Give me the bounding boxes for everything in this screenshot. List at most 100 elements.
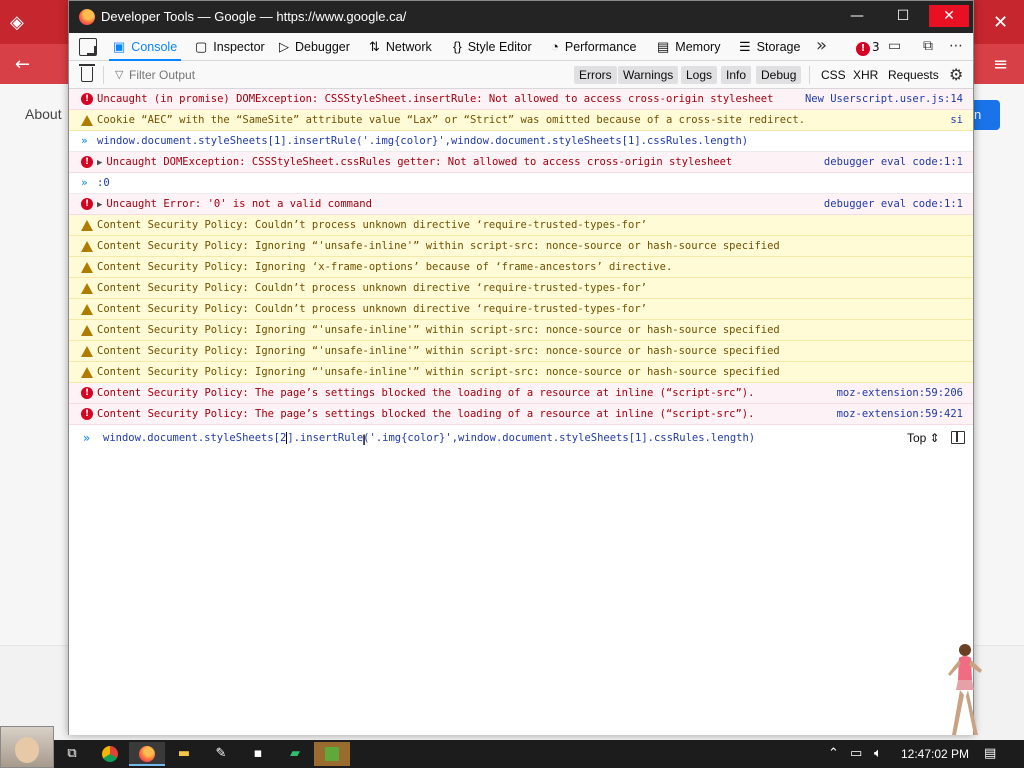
console-message-warn[interactable]: Content Security Policy: Ignoring “'unsa… (69, 236, 973, 257)
message-text: Content Security Policy: The page’s sett… (97, 387, 755, 399)
message-text: Content Security Policy: Couldn’t proces… (97, 303, 647, 315)
style-editor-icon: {} (453, 39, 462, 54)
console-message-warn[interactable]: Content Security Policy: Ignoring “'unsa… (69, 362, 973, 383)
message-text: Content Security Policy: Ignoring “'unsa… (97, 240, 780, 252)
background-sign-in-button[interactable]: n (972, 100, 1000, 130)
show-hidden-icons-icon[interactable]: ⌃ (828, 740, 839, 768)
message-source-link[interactable]: moz-extension:59:421 (837, 404, 963, 424)
message-source-link[interactable]: debugger eval code:1:1 (824, 152, 963, 172)
tab-performance[interactable]: ◔ Performance (551, 33, 636, 60)
filter-debug-button[interactable]: Debug (756, 66, 802, 84)
message-text: Cookie “AEC” with the “SameSite” attribu… (97, 114, 806, 126)
message-text: window.document.styleSheets[1].insertRul… (97, 135, 749, 147)
tab-inspector[interactable]: ▢ Inspector (195, 33, 265, 60)
dock-side-icon[interactable]: ⧉ (923, 38, 933, 54)
error-icon: ! (81, 93, 93, 105)
tab-memory[interactable]: ▤ Memory (657, 33, 720, 60)
volume-icon[interactable]: 🔈︎ (874, 740, 882, 768)
notifications-icon[interactable]: ▤ (984, 740, 996, 768)
clear-console-icon[interactable] (79, 64, 95, 82)
network-tray-icon[interactable]: ▭ (850, 740, 862, 768)
element-picker-icon[interactable] (79, 38, 97, 56)
performance-icon: ◔ (551, 39, 559, 54)
editor-mode-icon[interactable] (951, 431, 965, 444)
overflow-tabs-icon[interactable]: » (816, 35, 827, 56)
console-input[interactable]: window.document.styleSheets[2].insertRul… (103, 427, 755, 449)
error-icon: ! (81, 408, 93, 420)
error-count-badge[interactable]: ! 3 (856, 40, 880, 56)
minimize-button[interactable]: — (840, 5, 874, 27)
close-button[interactable]: ✕ (929, 5, 969, 27)
console-message-warn[interactable]: Content Security Policy: Couldn’t proces… (69, 215, 973, 236)
input-chevron-icon: » (81, 134, 88, 147)
tab-style-editor[interactable]: {} Style Editor (453, 33, 532, 60)
message-source-link[interactable]: New Userscript.user.js:14 (805, 89, 963, 109)
filter-errors-button[interactable]: Errors (574, 66, 617, 84)
filter-info-button[interactable]: Info (721, 66, 752, 84)
console-settings-icon[interactable]: ⚙ (949, 67, 963, 83)
devtools-window: Developer Tools — Google — https://www.g… (68, 0, 974, 735)
expand-twisty-icon[interactable]: ▶ (97, 200, 102, 210)
expand-twisty-icon[interactable]: ▶ (97, 158, 102, 168)
filter-output-input[interactable] (109, 65, 559, 85)
error-icon: ! (81, 387, 93, 399)
message-text: ▶ Uncaught DOMException: CSSStyleSheet.cs… (97, 156, 733, 168)
console-message-error[interactable]: ! Content Security Policy: The page’s set… (69, 404, 973, 425)
inspector-icon: ▢ (195, 39, 208, 54)
console-message-result[interactable]: »:0 (69, 173, 973, 194)
sheets-icon[interactable]: ▰ (277, 742, 313, 766)
firefox-icon (79, 9, 95, 25)
storage-icon: ☰ (739, 39, 751, 54)
background-back-icon: ← (15, 54, 31, 75)
console-message-error[interactable]: ! ▶ Uncaught DOMException: CSSStyleSheet.c… (69, 152, 973, 173)
tab-debugger[interactable]: ▷ Debugger (279, 33, 350, 60)
warning-icon (81, 115, 93, 126)
clock[interactable]: 12:47:02 PM (901, 740, 969, 768)
console-filter-bar: ▽ Errors Warnings Logs Info Debug CSS XH… (69, 61, 973, 89)
filter-xhr-button[interactable]: XHR (848, 66, 883, 84)
filter-logs-button[interactable]: Logs (681, 66, 718, 84)
paint-icon[interactable]: ✎ (203, 742, 239, 766)
console-message-warn[interactable]: Content Security Policy: Ignoring “'unsa… (69, 320, 973, 341)
divider (809, 66, 810, 84)
background-menu-icon: ≡ (993, 54, 1009, 75)
console-message-error[interactable]: ! Content Security Policy: The page’s set… (69, 383, 973, 404)
context-selector[interactable]: Top ⇕ (907, 427, 940, 449)
file-explorer-icon[interactable]: ▬ (166, 742, 202, 766)
message-source-link[interactable]: moz-extension:59:206 (837, 383, 963, 403)
background-close-icon: ✕ (993, 12, 1009, 33)
tab-storage[interactable]: ☰ Storage (739, 33, 800, 60)
chrome-icon[interactable] (92, 742, 128, 766)
message-source-link[interactable]: debugger eval code:1:1 (824, 194, 963, 214)
devtools-tab-bar: ▣ Console ▢ Inspector ▷ Debugger ⇅ Network {… (69, 33, 973, 61)
window-title: Developer Tools — Google — https://www.g… (101, 9, 407, 24)
console-message-warn[interactable]: Cookie “AEC” with the “SameSite” attribu… (69, 110, 973, 131)
terminal-icon[interactable]: ▪ (240, 742, 276, 766)
tab-console[interactable]: ▣ Console (108, 33, 182, 61)
background-about-link[interactable]: About (25, 106, 62, 122)
console-message-warn[interactable]: Content Security Policy: Couldn’t proces… (69, 299, 973, 320)
console-input-line[interactable]: » window.document.styleSheets[2].insertR… (69, 427, 973, 449)
console-message-warn[interactable]: Content Security Policy: Ignoring “'unsa… (69, 341, 973, 362)
result-icon: » (81, 176, 88, 189)
tab-network[interactable]: ⇅ Network (369, 33, 432, 60)
maximize-button[interactable]: ☐ (886, 5, 920, 27)
filter-css-button[interactable]: CSS (816, 66, 851, 84)
more-options-icon[interactable]: ⋯ (949, 38, 963, 54)
filter-requests-button[interactable]: Requests (883, 66, 944, 84)
firefox-taskbar-icon[interactable] (129, 742, 165, 766)
warning-icon (81, 283, 93, 294)
minecraft-icon[interactable] (314, 742, 350, 766)
console-message-warn[interactable]: Content Security Policy: Couldn’t proces… (69, 278, 973, 299)
console-message-error[interactable]: ! Uncaught (in promise) DOMException: CSS… (69, 89, 973, 110)
console-output: ! Uncaught (in promise) DOMException: CSS… (69, 89, 973, 735)
console-message-error[interactable]: ! ▶ Uncaught Error: '0' is not a valid com… (69, 194, 973, 215)
console-message-input[interactable]: » window.document.styleSheets[1].insertRu… (69, 131, 973, 152)
filter-warnings-button[interactable]: Warnings (618, 66, 679, 84)
message-source-link[interactable]: si (950, 110, 963, 130)
split-console-icon[interactable]: ▭ (888, 38, 901, 54)
message-text: Content Security Policy: The page’s sett… (97, 408, 755, 420)
task-view-icon[interactable]: ⧉ (54, 742, 90, 766)
console-message-warn[interactable]: Content Security Policy: Ignoring ‘x-fra… (69, 257, 973, 278)
warning-icon (81, 325, 93, 336)
